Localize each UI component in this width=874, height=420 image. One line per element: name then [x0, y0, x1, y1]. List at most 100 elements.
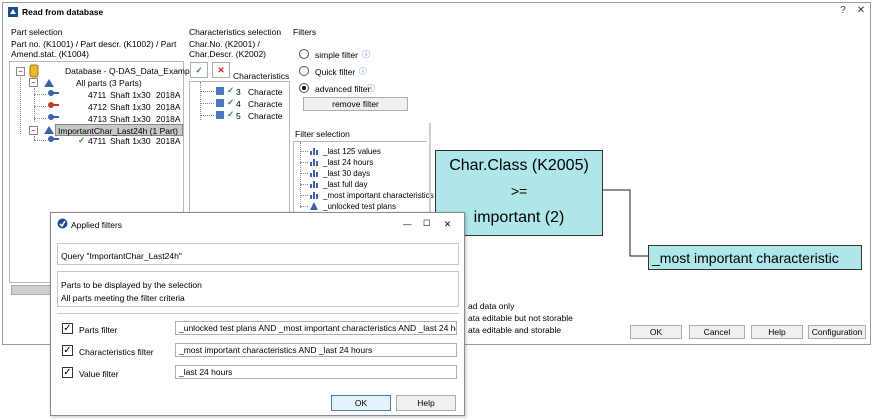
characteristics-filter-label: Characteristics filter: [79, 347, 154, 357]
callout-line1: Char.Class (K2005): [449, 157, 589, 174]
info-icon[interactable]: ⓘ: [359, 66, 367, 77]
select-all-button[interactable]: ✓: [190, 62, 208, 78]
remove-filter-button[interactable]: remove filter: [303, 97, 408, 111]
characteristic-icon: [215, 86, 225, 98]
collapse-icon[interactable]: −: [16, 67, 25, 76]
characteristic-icon: [215, 98, 225, 110]
characteristics-filter-checkbox[interactable]: ✓: [62, 345, 73, 356]
part-no[interactable]: 4711: [88, 90, 106, 100]
advanced-filter-label[interactable]: advanced filter: [315, 84, 370, 94]
char-columns-line2: Char.Descr. (K2002): [189, 49, 267, 59]
quick-filter-label[interactable]: Quick filter: [315, 67, 355, 77]
part-descr: Shaft 1x30: [110, 90, 151, 100]
collapse-icon[interactable]: −: [29, 78, 38, 87]
title-bar: Read from database ? ✕: [3, 3, 870, 21]
filter-item-last-24-hours[interactable]: _last 24 hours: [323, 158, 373, 167]
part-stat: 2018A: [156, 114, 181, 124]
part-stat: 2018A: [156, 136, 181, 146]
help-icon[interactable]: ?: [833, 5, 853, 19]
callout-label-box: _most important characteristic: [648, 245, 862, 270]
checkmark-icon: ✓: [227, 85, 235, 95]
simple-filter-label[interactable]: simple filter: [315, 50, 358, 60]
char-label[interactable]: Characte: [248, 99, 283, 109]
filter-item-last-full-day[interactable]: _last full day: [323, 180, 367, 189]
parts-info-group: Parts to be displayed by the selection A…: [57, 271, 459, 307]
checkmark-icon: ✓: [78, 135, 86, 145]
filter-selection-list[interactable]: _last 125 values _last 24 hours _last 30 d…: [293, 141, 434, 215]
panel-divider: [429, 123, 431, 215]
query-group: Query "ImportantChar_Last24h": [57, 243, 459, 265]
part-selection-heading: Part selection: [11, 27, 63, 37]
part-key-icon: [47, 101, 59, 113]
parts-filter-label: Parts filter: [79, 325, 118, 335]
parts-info-line2: All parts meeting the filter criteria: [61, 293, 185, 303]
info-icon[interactable]: ⓘ: [367, 83, 375, 94]
all-parts-label[interactable]: All parts (3 Parts): [76, 78, 142, 88]
dialog-app-icon: [57, 218, 68, 231]
char-no[interactable]: 5: [236, 111, 241, 121]
characteristics-list[interactable]: ✓ 3 Characte ✓ 4 Characte ✓ 5 Characte: [189, 81, 290, 213]
storage-option[interactable]: ata editable and storable: [468, 325, 561, 335]
maximize-icon[interactable]: ☐: [423, 218, 431, 229]
filter-selection-heading: Filter selection: [295, 129, 350, 139]
part-no[interactable]: 4712: [88, 102, 107, 112]
dialog-title: Applied filters: [71, 220, 123, 230]
window-title: Read from database: [22, 7, 104, 17]
info-icon[interactable]: ⓘ: [362, 49, 370, 60]
callout-line2: >=: [510, 183, 528, 199]
char-columns-line1: Char.No. (K2001) /: [189, 39, 260, 49]
characteristics-heading: Characteristics selection: [189, 27, 282, 37]
char-label[interactable]: Characte: [248, 111, 283, 121]
help-button[interactable]: Help: [751, 325, 803, 339]
storage-option[interactable]: ad data only: [468, 301, 514, 311]
checkmark-icon: ✓: [227, 97, 235, 107]
checkmark-icon: ✓: [227, 109, 235, 119]
part-no[interactable]: 4711: [88, 136, 106, 146]
tree-root-label[interactable]: Database - Q-DAS_Data_Examples: [65, 66, 201, 76]
deselect-all-button[interactable]: ✕: [212, 62, 230, 78]
characteristics-list-heading: Characteristics: [233, 71, 290, 81]
collapse-icon[interactable]: −: [29, 126, 38, 135]
app-icon: [8, 7, 18, 17]
callout-label: _most important characteristic: [652, 250, 839, 266]
char-no[interactable]: 4: [236, 99, 241, 109]
part-columns-line1: Part no. (K1001) / Part descr. (K1002) /…: [11, 39, 177, 49]
storage-option[interactable]: ata editable but not storable: [468, 313, 573, 323]
part-key-icon: [47, 135, 59, 147]
char-no[interactable]: 3: [236, 87, 241, 97]
parts-filter-checkbox[interactable]: ✓: [62, 323, 73, 334]
parts-filter-field[interactable]: _unlocked test plans AND _most important…: [175, 321, 457, 335]
parts-info-line1: Parts to be displayed by the selection: [61, 280, 202, 290]
char-label[interactable]: Characte: [248, 87, 283, 97]
cancel-button[interactable]: Cancel: [689, 325, 745, 339]
filter-item-last-125-values[interactable]: _last 125 values: [323, 147, 381, 156]
quick-filter-radio[interactable]: [299, 66, 309, 76]
value-filter-checkbox[interactable]: ✓: [62, 367, 73, 378]
part-descr: Shaft 1x30: [110, 102, 151, 112]
filter-item-unlocked-test-plans[interactable]: _unlocked test plans: [323, 202, 396, 211]
simple-filter-radio[interactable]: [299, 49, 309, 59]
filters-heading: Filters: [293, 27, 317, 37]
filter-item-last-30-days[interactable]: _last 30 days: [323, 169, 370, 178]
part-descr: Shaft 1x30: [110, 136, 151, 146]
dialog-help-button[interactable]: Help: [396, 395, 456, 411]
part-key-icon: [47, 89, 59, 101]
close-icon[interactable]: ✕: [851, 5, 871, 19]
query-text: Query "ImportantChar_Last24h": [61, 251, 182, 261]
characteristics-filter-field[interactable]: _most important characteristics AND _las…: [175, 343, 457, 357]
value-filter-field[interactable]: _last 24 hours: [175, 365, 457, 379]
characteristic-icon: [215, 110, 225, 122]
minimize-icon[interactable]: —: [403, 219, 412, 229]
configuration-button[interactable]: Configuration: [808, 325, 866, 339]
advanced-filter-radio[interactable]: [299, 83, 309, 93]
ok-button[interactable]: OK: [630, 325, 682, 339]
close-icon[interactable]: ✕: [444, 219, 451, 230]
part-stat: 2018A: [156, 102, 181, 112]
part-stat: 2018A: [156, 90, 181, 100]
filter-item-most-important-characteristics[interactable]: _most important characteristics: [323, 191, 434, 200]
part-descr: Shaft 1x30: [110, 114, 151, 124]
applied-filters-dialog: Applied filters — ☐ ✕ Query "ImportantCh…: [50, 212, 465, 416]
dialog-ok-button[interactable]: OK: [331, 395, 391, 411]
filter-node-label[interactable]: ImportantChar_Last24h (1 Part): [58, 126, 178, 136]
part-no[interactable]: 4713: [88, 114, 107, 124]
